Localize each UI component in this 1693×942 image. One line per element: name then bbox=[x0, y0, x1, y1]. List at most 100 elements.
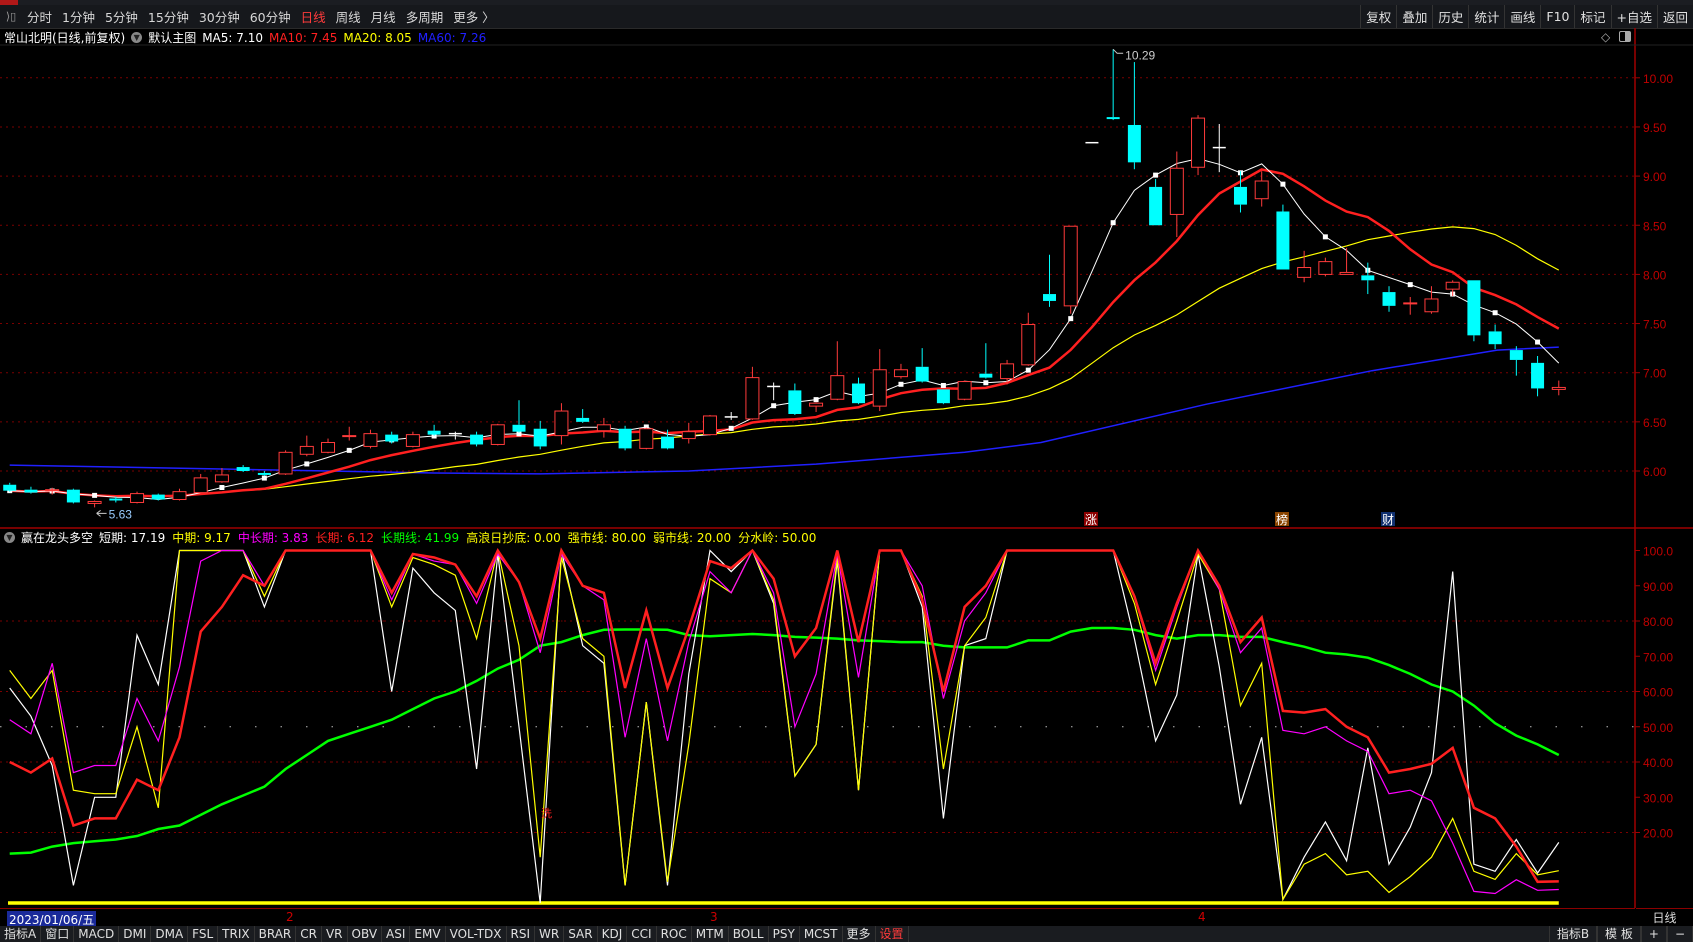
price-tick-label: 9.50 bbox=[1643, 121, 1667, 135]
low-arrow bbox=[96, 509, 107, 517]
indicator-tab[interactable]: OBV bbox=[348, 926, 383, 942]
indicator-tab[interactable]: CCI bbox=[627, 926, 657, 942]
indicator-tab[interactable]: MACD bbox=[74, 926, 120, 942]
chart-canvas[interactable]: 10.00 9.50 9.00 8.50 8.00 7.50 7.00 6.50 6.00 100… bbox=[0, 28, 1693, 908]
indicator-tick-label: 70.00 bbox=[1643, 650, 1673, 664]
right-tab[interactable]: 模 板 bbox=[1597, 926, 1641, 942]
indicator-tab[interactable]: 更多 bbox=[843, 926, 876, 942]
indicator-tab[interactable]: CR bbox=[296, 926, 322, 942]
period-1[interactable]: 1分钟 bbox=[57, 7, 100, 26]
candle-up bbox=[1551, 386, 1566, 390]
period-8[interactable]: 月线 bbox=[366, 7, 401, 26]
collapse-panel-icon[interactable]: ⟩▯ bbox=[0, 10, 22, 23]
indicator-tab[interactable]: VR bbox=[322, 926, 348, 942]
indicator-tab[interactable]: DMI bbox=[119, 926, 152, 942]
right-tab[interactable]: 指标B bbox=[1548, 926, 1598, 942]
candle-up bbox=[87, 500, 102, 504]
candle-up bbox=[893, 369, 908, 378]
toolbar-button-5[interactable]: F10 bbox=[1540, 5, 1574, 28]
indicator-tab[interactable]: ROC bbox=[657, 926, 692, 942]
indicator-tab[interactable]: FSL bbox=[188, 926, 219, 942]
period-3[interactable]: 15分钟 bbox=[143, 7, 194, 26]
indicator-line-2 bbox=[9, 549, 1559, 895]
period-7[interactable]: 周线 bbox=[331, 7, 366, 26]
ma5-marker bbox=[1153, 172, 1159, 178]
toolbar-button-8[interactable]: 返回 bbox=[1656, 5, 1693, 28]
candle-up bbox=[1297, 267, 1312, 278]
ma-legend: MA5: 7.10 MA10: 7.45 MA20: 8.05 MA60: 7.26 bbox=[202, 31, 486, 45]
candle-down bbox=[936, 389, 950, 404]
indicator-tab[interactable]: RSI bbox=[507, 926, 536, 942]
period-10[interactable]: 更多 〉 bbox=[448, 7, 499, 26]
candle-down bbox=[236, 467, 250, 471]
price-tick-label: 6.50 bbox=[1643, 416, 1667, 430]
candle-down bbox=[1361, 275, 1375, 281]
candle-up bbox=[490, 424, 505, 445]
candle-down bbox=[427, 430, 441, 435]
indicator-tab[interactable]: MTM bbox=[692, 926, 729, 942]
ma5-line bbox=[9, 158, 1560, 501]
toolbar-button-6[interactable]: 标记 bbox=[1574, 5, 1610, 28]
low-price-label: 5.63 bbox=[109, 507, 133, 521]
candle-up bbox=[702, 415, 717, 436]
indicator-tab[interactable]: VOL-TDX bbox=[446, 926, 507, 942]
indicator-tab[interactable]: 窗口 bbox=[41, 926, 75, 942]
ma5-marker bbox=[219, 485, 225, 491]
right-tab[interactable]: + bbox=[1640, 926, 1667, 942]
indicator-tick-label: 40.00 bbox=[1643, 756, 1673, 770]
indicator-tab[interactable]: MCST bbox=[800, 926, 843, 942]
indicator-value: 分水岭: 50.00 bbox=[738, 531, 817, 545]
indicator-tab[interactable]: 设置 bbox=[876, 926, 909, 942]
period-0[interactable]: 分时 bbox=[22, 7, 57, 26]
toolbar-button-1[interactable]: 叠加 bbox=[1396, 5, 1432, 28]
toolbar-button-3[interactable]: 统计 bbox=[1468, 5, 1504, 28]
period-5[interactable]: 60分钟 bbox=[245, 7, 296, 26]
ma5-marker bbox=[1025, 367, 1031, 373]
indicator-tab[interactable]: PSY bbox=[769, 926, 800, 942]
toolbar-button-7[interactable]: +自选 bbox=[1610, 5, 1657, 28]
candle-up bbox=[1021, 324, 1036, 366]
indicator-tab[interactable]: EMV bbox=[410, 926, 446, 942]
indicator-value: 弱市线: 20.00 bbox=[652, 531, 732, 545]
indicator-tab[interactable]: ASI bbox=[382, 926, 411, 942]
indicator-tab[interactable]: BOLL bbox=[729, 926, 769, 942]
candle-up bbox=[809, 402, 824, 407]
indicator-tab[interactable]: WR bbox=[535, 926, 565, 942]
ma-label: MA20: 8.05 bbox=[343, 30, 412, 45]
candle-down bbox=[151, 494, 165, 500]
period-2[interactable]: 5分钟 bbox=[100, 7, 143, 26]
indicator-name[interactable]: 赢在龙头多空 bbox=[21, 529, 93, 546]
indicator-tab[interactable]: TRIX bbox=[218, 926, 255, 942]
diamond-icon[interactable]: ◇ bbox=[1601, 30, 1610, 44]
candle-up bbox=[193, 477, 208, 494]
toolbar-button-0[interactable]: 复权 bbox=[1360, 5, 1396, 28]
indicator-tab[interactable]: DMA bbox=[151, 926, 189, 942]
indicator-value: 高浪日抄底: 0.00 bbox=[466, 531, 561, 545]
toolbar-button-4[interactable]: 画线 bbox=[1504, 5, 1540, 28]
period-9[interactable]: 多周期 bbox=[401, 7, 449, 26]
indicator-line-1 bbox=[9, 549, 1559, 902]
chart-area[interactable]: 10.00 9.50 9.00 8.50 8.00 7.50 7.00 6.50 6.00 100… bbox=[0, 28, 1693, 908]
event-marker-text: 财 bbox=[1382, 513, 1394, 527]
candle-up bbox=[1063, 225, 1078, 307]
price-tick-label: 8.00 bbox=[1643, 268, 1667, 282]
period-4[interactable]: 30分钟 bbox=[194, 7, 245, 26]
indicator-tick-label: 100.0 bbox=[1643, 545, 1673, 559]
right-tab[interactable]: − bbox=[1666, 926, 1693, 942]
panel-toggle-icon[interactable] bbox=[1619, 31, 1631, 42]
indicator-dropdown-icon[interactable]: ▼ bbox=[4, 532, 15, 543]
candle-up bbox=[681, 431, 696, 440]
indicator-tab[interactable]: BRAR bbox=[255, 926, 297, 942]
event-marker-text: 涨 bbox=[1085, 512, 1097, 527]
template-name[interactable]: 默认主图 bbox=[148, 29, 196, 46]
indicator-tab[interactable]: KDJ bbox=[598, 926, 628, 942]
indicator-info: ▼ 赢在龙头多空 短期: 17.19 中期: 9.17 中长期: 3.83 长期: 6… bbox=[4, 529, 816, 546]
template-dropdown-icon[interactable]: ▼ bbox=[131, 32, 143, 43]
toolbar-button-2[interactable]: 历史 bbox=[1432, 5, 1468, 28]
indicator-tick-label: 80.00 bbox=[1643, 615, 1673, 629]
indicator-tab[interactable]: SAR bbox=[564, 926, 598, 942]
indicator-tab[interactable]: 指标A bbox=[0, 926, 42, 942]
candle-down bbox=[1488, 331, 1502, 345]
candle-up bbox=[363, 433, 378, 447]
period-6[interactable]: 日线 bbox=[296, 7, 331, 26]
